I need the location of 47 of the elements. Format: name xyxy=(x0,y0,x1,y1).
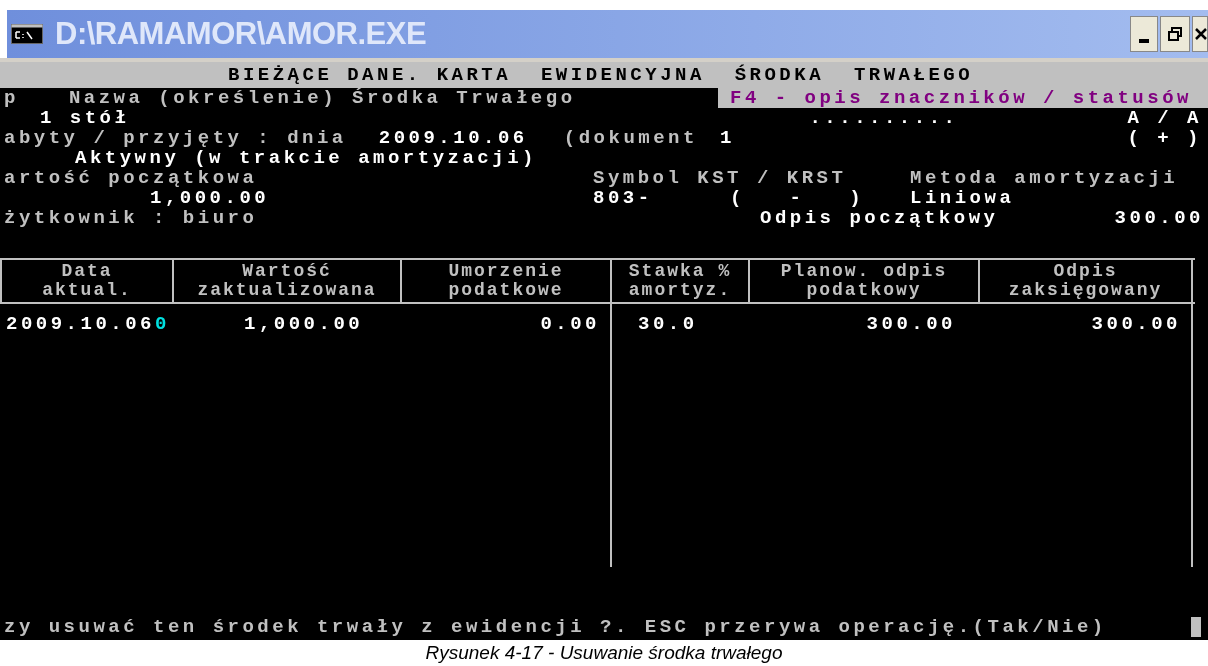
minimize-button[interactable] xyxy=(1130,16,1158,52)
document-number: 1 xyxy=(719,128,735,148)
table-cell: 1,000.00 xyxy=(244,313,364,335)
minimize-icon xyxy=(1139,39,1149,43)
method-value: Liniowa xyxy=(910,188,1015,208)
table-cell: 300.00 xyxy=(866,313,956,335)
column-label: p xyxy=(4,88,19,108)
figure-caption: Rysunek 4-17 - Usuwanie środka trwałego xyxy=(425,640,783,665)
symbol-label: Symbol KST / KRST xyxy=(593,168,848,188)
hint-bar: F4 - opis znaczników / statusów xyxy=(718,88,1208,108)
method-label: Metoda amortyzacji xyxy=(910,168,1179,188)
asset-status: Aktywny (w trakcie amortyzacji) xyxy=(75,148,537,168)
initial-value-label: artość początkowa xyxy=(4,168,259,188)
column-header: Wartość zaktualizowana xyxy=(174,260,402,302)
console-icon xyxy=(11,24,43,44)
asset-name: 1 stół xyxy=(40,108,130,128)
acquired-date: 2009.10.06 xyxy=(378,128,528,148)
restore-button[interactable] xyxy=(1160,16,1190,52)
document-label: (dokument xyxy=(563,128,698,148)
column-header: Data aktual. xyxy=(0,260,174,302)
flags-field: .......... xyxy=(809,108,959,128)
confirmation-prompt: zy usuwać ten środek trwały z ewidencji ?. ESC przerywa operację.(Tak/Nie) xyxy=(4,617,1107,637)
flag-codes: A / A xyxy=(1127,108,1202,128)
table-cell: 30.0 xyxy=(638,313,698,335)
column-header: Planow. odpis podatkowy xyxy=(750,260,980,302)
close-button[interactable] xyxy=(1192,16,1208,52)
column-header: Stawka % amortyz. xyxy=(612,260,750,302)
table-cell: 300.00 xyxy=(1091,313,1181,335)
initial-value: 1,000.00 xyxy=(150,188,271,208)
row-marker: 0 xyxy=(155,313,170,335)
acquired-label: abyty / przyjęty : dnia xyxy=(4,128,347,148)
table-cell: 2009.10.06 xyxy=(6,313,156,335)
status-sign: ( + ) xyxy=(1127,128,1202,148)
table-cell: 0.00 xyxy=(540,313,600,335)
close-icon xyxy=(1195,28,1207,40)
screen-heading: BIEŻĄCE DANE. KARTA EWIDENCYJNA ŚRODKA TRWAŁEGO xyxy=(228,65,974,85)
user-label: żytkownik : biuro xyxy=(4,208,259,228)
column-header: Odpis zaksięgowany xyxy=(980,260,1193,302)
window-title: D:\RAMAMOR\AMOR.EXE xyxy=(55,14,427,53)
column-label: Nazwa (określenie) Środka Trwałego xyxy=(68,88,576,108)
column-header: Umorzenie podatkowe xyxy=(402,260,612,302)
restore-icon xyxy=(1168,27,1182,41)
initial-writeoff-label: Odpis początkowy xyxy=(760,208,999,228)
cursor-block xyxy=(1191,617,1201,637)
symbol-value: 803- xyxy=(593,188,654,208)
krst-value: ( - ) xyxy=(730,188,866,208)
initial-writeoff: 300.00 xyxy=(1114,208,1204,228)
